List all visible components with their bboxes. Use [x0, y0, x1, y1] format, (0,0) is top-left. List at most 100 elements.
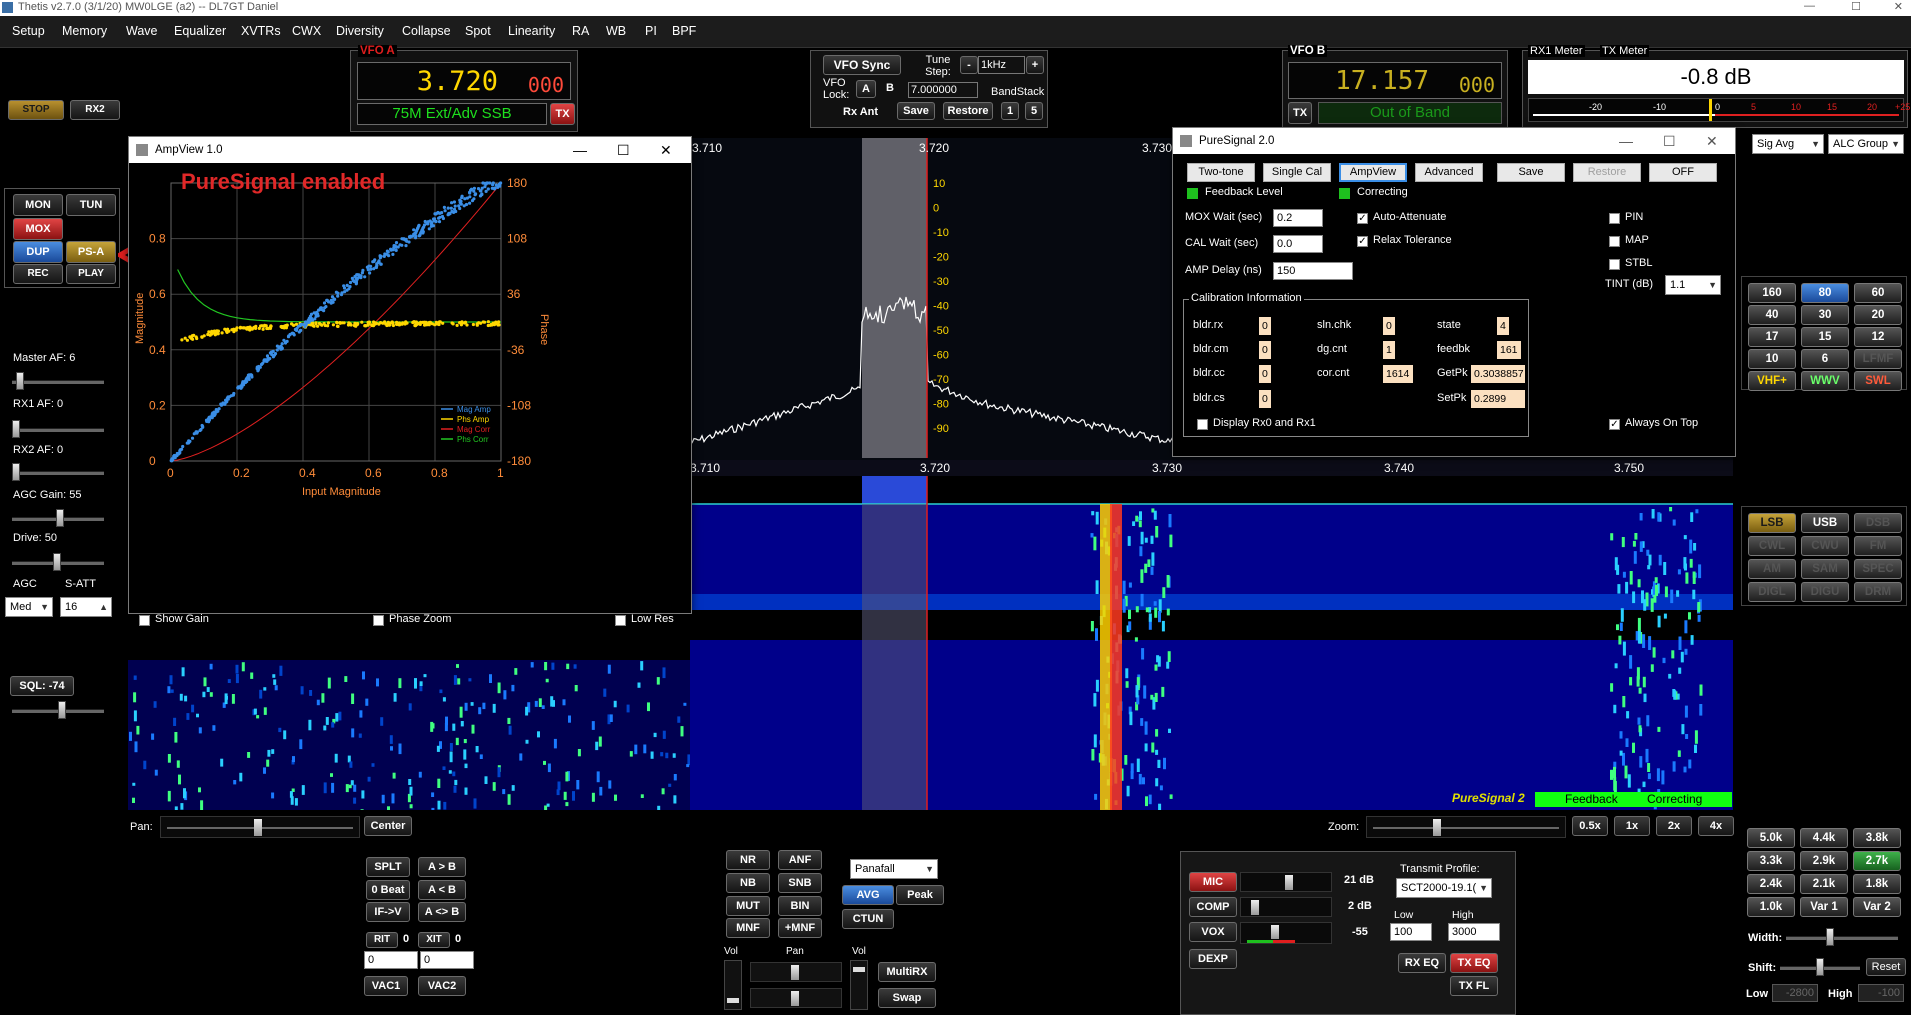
ctun-button[interactable]: CTUN — [842, 909, 894, 929]
band-button-10[interactable]: 10 — [1748, 349, 1796, 369]
center-button[interactable]: Center — [364, 816, 412, 836]
menu-pi[interactable]: PI — [645, 24, 657, 38]
pan-slider[interactable] — [160, 816, 360, 838]
mode-button-digl[interactable]: DIGL — [1748, 582, 1796, 602]
mode-button-usb[interactable]: USB — [1801, 513, 1849, 533]
vfo-sync-button[interactable]: VFO Sync — [823, 55, 901, 75]
agc-gain-slider[interactable] — [8, 509, 108, 527]
dup-button[interactable]: DUP — [13, 241, 63, 263]
xit-button[interactable]: XIT — [418, 932, 450, 948]
band-button-60[interactable]: 60 — [1854, 283, 1902, 303]
vfo-lock-a-button[interactable]: A — [856, 80, 876, 98]
mode-button-cwl[interactable]: CWL — [1748, 536, 1796, 556]
mode-button-digu[interactable]: DIGU — [1801, 582, 1849, 602]
band-button-40[interactable]: 40 — [1748, 305, 1796, 325]
waterfall[interactable] — [690, 476, 1733, 816]
rx2-button[interactable]: RX2 — [70, 100, 120, 120]
tint-select[interactable]: 1.1 ▼ — [1665, 275, 1721, 295]
menu-collapse[interactable]: Collapse — [402, 24, 451, 38]
always-on-top-checkbox[interactable]: ✓ — [1609, 419, 1620, 430]
pan-rx2-slider[interactable] — [750, 988, 842, 1008]
show-gain-checkbox[interactable] — [139, 615, 150, 626]
cal-wait-input[interactable]: 0.0 — [1273, 235, 1323, 253]
filter-high-input[interactable]: -100 — [1858, 984, 1904, 1002]
vfo-a-tx-button[interactable]: TX — [550, 103, 575, 125]
master-af-slider[interactable] — [8, 372, 108, 390]
close-icon[interactable]: ✕ — [1894, 0, 1903, 13]
filter-button-5-0k[interactable]: 5.0k — [1747, 828, 1795, 848]
zoom-2x-button[interactable]: 2x — [1656, 816, 1692, 836]
menu-setup[interactable]: Setup — [12, 24, 45, 38]
comp-slider[interactable] — [1240, 897, 1332, 917]
mode-button-dsb[interactable]: DSB — [1854, 513, 1902, 533]
tx-meter-mode-select[interactable]: ALC Group ▼ — [1828, 134, 1904, 154]
minimize-icon[interactable]: — — [1804, 0, 1815, 12]
tx-eq-button[interactable]: TX EQ — [1450, 953, 1498, 973]
mic-button[interactable]: MIC — [1189, 872, 1237, 892]
mode-button-cwu[interactable]: CWU — [1801, 536, 1849, 556]
dexp-button[interactable]: DEXP — [1189, 949, 1237, 969]
two-tone-button[interactable]: Two-tone — [1187, 163, 1255, 182]
rx-eq-button[interactable]: RX EQ — [1398, 953, 1446, 973]
filter-button-2-9k[interactable]: 2.9k — [1800, 851, 1848, 871]
display-mode-select[interactable]: Panafall ▼ — [850, 859, 938, 879]
zoom-4x-button[interactable]: 4x — [1698, 816, 1734, 836]
off-button[interactable]: OFF — [1649, 163, 1717, 182]
advanced-button[interactable]: Advanced — [1415, 163, 1483, 182]
mode-button-spec[interactable]: SPEC — [1854, 559, 1902, 579]
swap-button[interactable]: Swap — [878, 988, 936, 1008]
bin-button[interactable]: BIN — [778, 896, 822, 916]
band-button-17[interactable]: 17 — [1748, 327, 1796, 347]
filter-low-input[interactable]: -2800 — [1772, 984, 1818, 1002]
relax-tolerance-checkbox[interactable]: ✓ — [1357, 236, 1368, 247]
rx2-af-slider[interactable] — [8, 463, 108, 481]
map-checkbox[interactable] — [1609, 236, 1620, 247]
band-button-vhf-[interactable]: VHF+ — [1748, 371, 1796, 391]
vac2-button[interactable]: VAC2 — [418, 976, 466, 996]
band-button-lfmf[interactable]: LFMF — [1854, 349, 1902, 369]
vac1-button[interactable]: VAC1 — [364, 976, 408, 996]
single-cal-button[interactable]: Single Cal — [1263, 163, 1331, 182]
band-button-160[interactable]: 160 — [1748, 283, 1796, 303]
bandstack-5-button[interactable]: 5 — [1025, 102, 1043, 120]
ampview-titlebar[interactable]: AmpView 1.0 — [129, 137, 691, 163]
split-button[interactable]: SPLT — [366, 857, 410, 877]
vfo-lock-b-label[interactable]: B — [886, 82, 894, 94]
play-button[interactable]: PLAY — [66, 264, 116, 284]
zero-beat-button[interactable]: 0 Beat — [366, 880, 410, 900]
band-button-15[interactable]: 15 — [1801, 327, 1849, 347]
band-button-6[interactable]: 6 — [1801, 349, 1849, 369]
bandstack-1-button[interactable]: 1 — [1001, 102, 1019, 120]
ps-a-button[interactable]: PS-A — [66, 241, 116, 263]
zoom-slider[interactable] — [1366, 816, 1566, 838]
a-swap-b-button[interactable]: A <> B — [418, 902, 466, 922]
tune-step-down[interactable]: - — [960, 56, 978, 74]
phase-zoom-checkbox[interactable] — [373, 615, 384, 626]
save-button[interactable]: Save — [1497, 163, 1565, 182]
mox-wait-input[interactable]: 0.2 — [1273, 209, 1323, 227]
sql-slider[interactable] — [8, 701, 108, 719]
puresignal-titlebar[interactable]: PureSignal 2.0 — [1173, 128, 1735, 154]
vol1-slider[interactable] — [724, 960, 742, 1010]
avg-button[interactable]: AVG — [842, 885, 894, 905]
menu-wave[interactable]: Wave — [126, 24, 158, 38]
puresignal-close-icon[interactable]: ✕ — [1706, 128, 1718, 154]
mode-button-lsb[interactable]: LSB — [1748, 513, 1796, 533]
drive-slider[interactable] — [8, 553, 108, 571]
filter-button-4-4k[interactable]: 4.4k — [1800, 828, 1848, 848]
multirx-button[interactable]: MultiRX — [878, 962, 936, 982]
snb-button[interactable]: SNB — [778, 873, 822, 893]
nb-button[interactable]: NB — [726, 873, 770, 893]
bandstack-restore-button[interactable]: Restore — [943, 102, 993, 120]
auto-attenuate-checkbox[interactable]: ✓ — [1357, 213, 1368, 224]
stop-button[interactable]: STOP — [8, 100, 64, 120]
mnf-button[interactable]: MNF — [726, 918, 770, 938]
width-slider[interactable] — [1782, 928, 1902, 946]
mode-button-fm[interactable]: FM — [1854, 536, 1902, 556]
b-to-a-button[interactable]: A < B — [418, 880, 466, 900]
ampview-close-icon[interactable]: ✕ — [660, 137, 672, 163]
mon-button[interactable]: MON — [13, 194, 63, 216]
menu-xvtrs[interactable]: XVTRs — [241, 24, 281, 38]
vfo-a-display[interactable]: 3.720 000 — [357, 62, 571, 100]
band-button-12[interactable]: 12 — [1854, 327, 1902, 347]
